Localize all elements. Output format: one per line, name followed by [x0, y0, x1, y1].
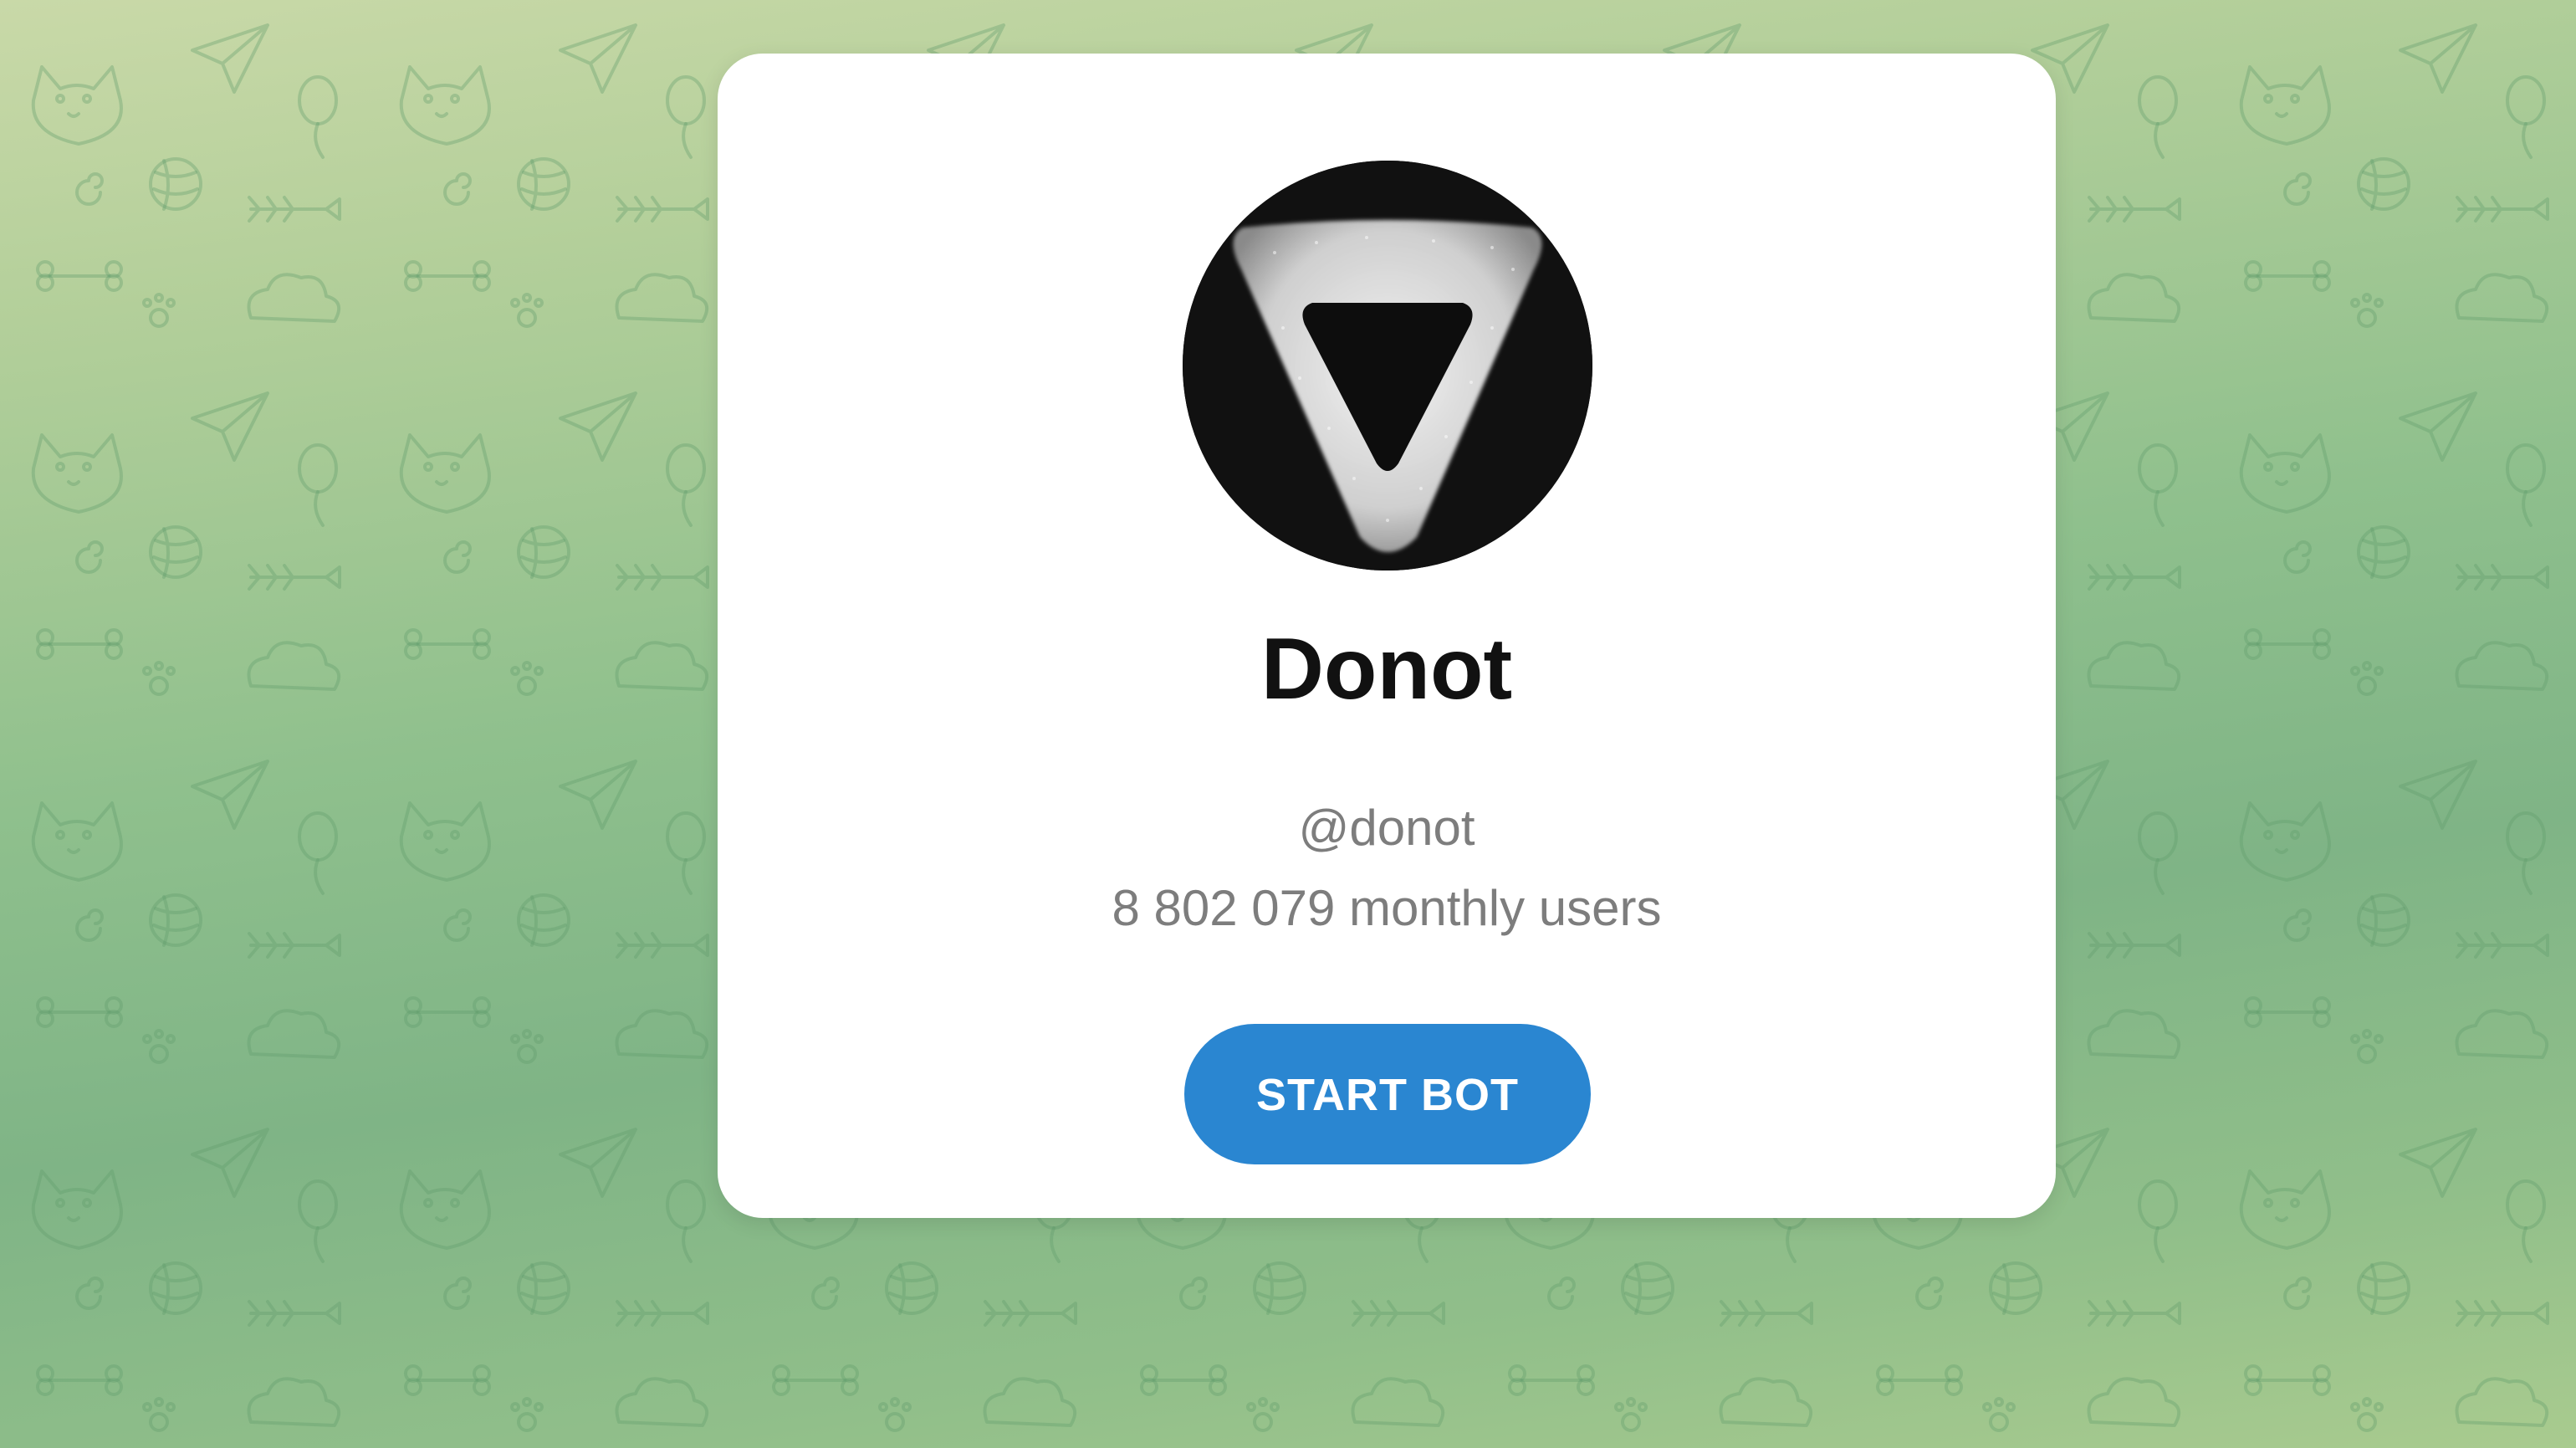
bot-avatar [1183, 161, 1592, 571]
monthly-users-count: 8 802 079 monthly users [1112, 880, 1662, 936]
triangle-logo-icon [1183, 161, 1592, 571]
start-bot-button[interactable]: START BOT [1184, 1024, 1591, 1164]
bot-profile-card: Donot @donot 8 802 079 monthly users STA… [718, 54, 2056, 1218]
bot-name: Donot [1260, 621, 1513, 718]
bot-username: @donot [1298, 800, 1475, 856]
